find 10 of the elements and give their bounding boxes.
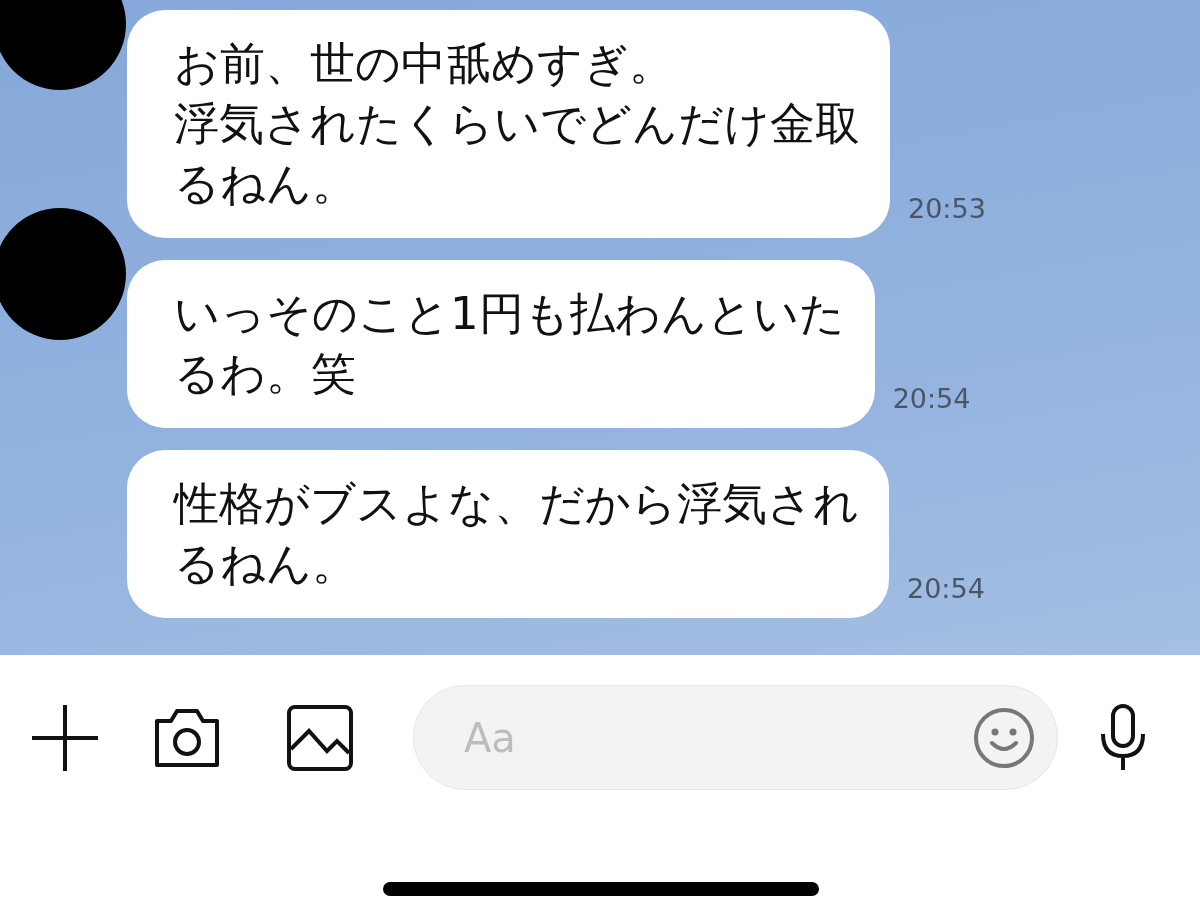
message-time: 20:54 [892,383,971,414]
message-text: るねん。 [174,156,357,212]
message-text: るわ。笑 [174,346,356,402]
message-text: お前、世の中舐めすぎ。 [174,36,674,92]
message-text: 浮気されたくらいでどんだけ金取 [174,96,860,152]
message-text: いっそのこと1円も払わんといた [174,286,845,342]
message-time: 20:53 [908,193,986,224]
message-text: 性格がブスよな、だから浮気され [174,476,859,532]
message-text: るねん。 [174,536,357,592]
message-time: 20:54 [907,573,985,604]
